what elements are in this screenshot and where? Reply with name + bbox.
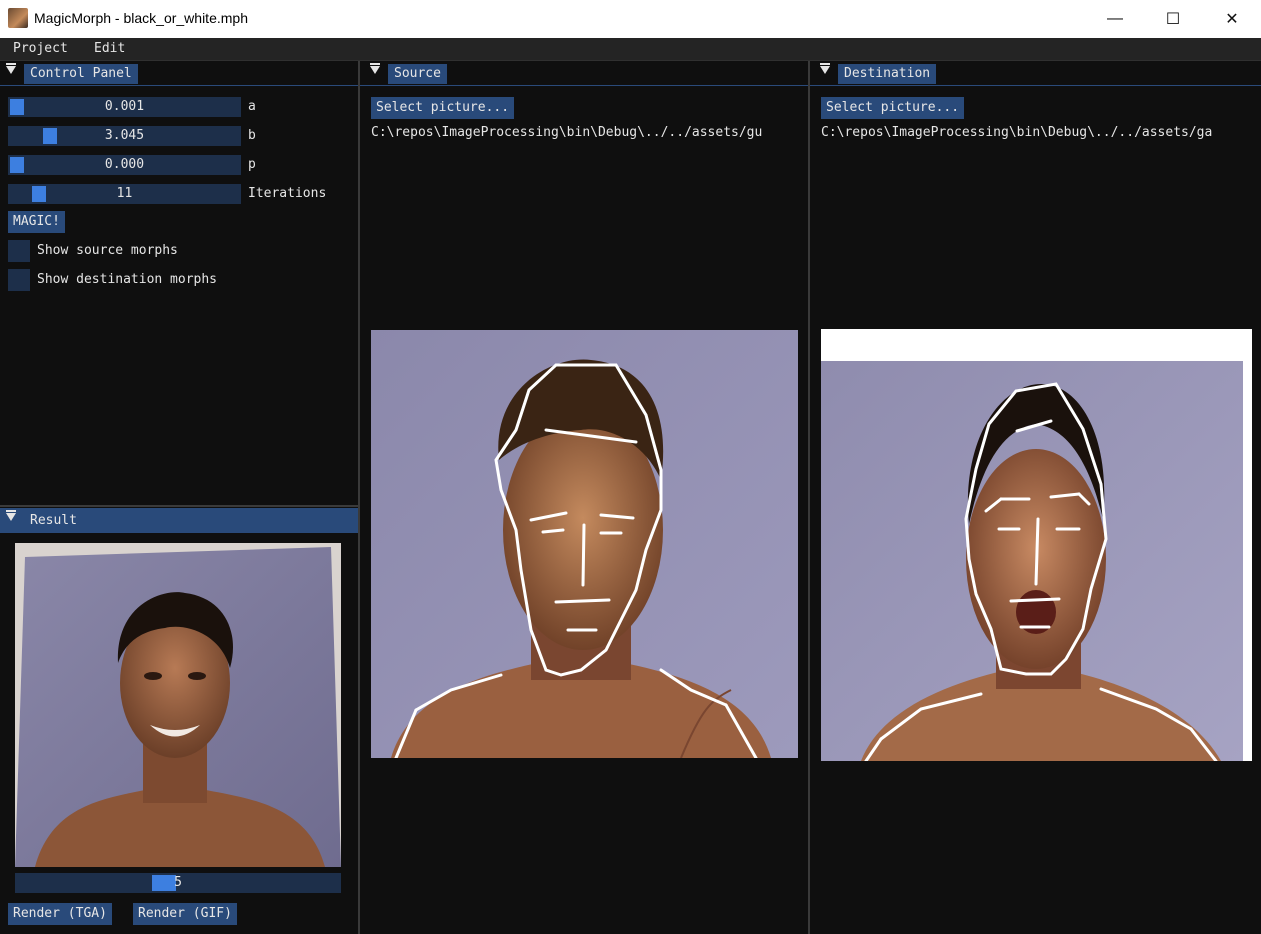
control-panel-header: Control Panel <box>0 61 358 86</box>
source-select-picture-button[interactable]: Select picture... <box>371 97 515 119</box>
slider-b[interactable]: 3.045 <box>8 126 241 146</box>
maximize-icon[interactable]: ☐ <box>1144 0 1202 38</box>
menu-bar: Project Edit <box>0 38 1261 61</box>
minimize-icon[interactable]: — <box>1086 0 1144 38</box>
collapse-triangle-icon[interactable] <box>370 63 380 74</box>
source-tab[interactable]: Source <box>388 64 447 84</box>
title-bar: MagicMorph - black_or_white.mph — ☐ ✕ <box>0 0 1261 38</box>
result-tab[interactable]: Result <box>24 511 83 531</box>
render-tga-button[interactable]: Render (TGA) <box>8 903 112 925</box>
close-icon[interactable]: ✕ <box>1203 0 1261 38</box>
render-gif-button[interactable]: Render (GIF) <box>133 903 237 925</box>
destination-select-picture-button[interactable]: Select picture... <box>821 97 965 119</box>
slider-value: 11 <box>116 186 133 201</box>
frame-slider[interactable]: 5 <box>15 873 341 893</box>
app-icon <box>8 8 28 28</box>
menu-edit[interactable]: Edit <box>94 41 125 56</box>
slider-label: a <box>248 99 256 114</box>
slider-value: 0.001 <box>104 99 145 114</box>
collapse-triangle-icon[interactable] <box>6 510 16 521</box>
show-source-morphs-checkbox[interactable] <box>8 240 30 262</box>
source-panel-header: Source <box>360 61 808 86</box>
destination-panel: Destination Select picture... C:\repos\I… <box>810 61 1261 934</box>
slider-label: Iterations <box>248 186 327 201</box>
control-panel-tab[interactable]: Control Panel <box>24 64 138 84</box>
destination-image <box>821 329 1252 761</box>
magic-button[interactable]: MAGIC! <box>8 211 65 233</box>
source-path: C:\repos\ImageProcessing\bin\Debug\../..… <box>371 125 763 140</box>
slider-value: 3.045 <box>104 128 145 143</box>
slider-a[interactable]: 0.001 <box>8 97 241 117</box>
collapse-triangle-icon[interactable] <box>6 63 16 74</box>
result-panel: Result 5 Render (TGA) Render (GIF) <box>0 508 358 934</box>
checkbox-label: Show source morphs <box>37 243 178 258</box>
collapse-triangle-icon[interactable] <box>820 63 830 74</box>
slider-value: 5 <box>174 875 182 890</box>
source-image <box>371 330 798 758</box>
destination-panel-header: Destination <box>810 61 1261 86</box>
menu-project[interactable]: Project <box>13 41 68 56</box>
window-title: MagicMorph - black_or_white.mph <box>34 10 248 26</box>
slider-p[interactable]: 0.000 <box>8 155 241 175</box>
control-panel: Control Panel 0.001 a 3.045 b 0.000 p 11… <box>0 61 358 506</box>
slider-label: p <box>248 157 256 172</box>
destination-tab[interactable]: Destination <box>838 64 937 84</box>
result-panel-header: Result <box>0 508 358 533</box>
slider-iterations[interactable]: 11 <box>8 184 241 204</box>
slider-label: b <box>248 128 256 143</box>
result-image <box>15 543 341 867</box>
panel-divider[interactable] <box>0 505 358 507</box>
slider-value: 0.000 <box>104 157 145 172</box>
checkbox-label: Show destination morphs <box>37 272 218 287</box>
destination-path: C:\repos\ImageProcessing\bin\Debug\../..… <box>821 125 1213 140</box>
show-destination-morphs-checkbox[interactable] <box>8 269 30 291</box>
source-panel: Source Select picture... C:\repos\ImageP… <box>360 61 808 934</box>
